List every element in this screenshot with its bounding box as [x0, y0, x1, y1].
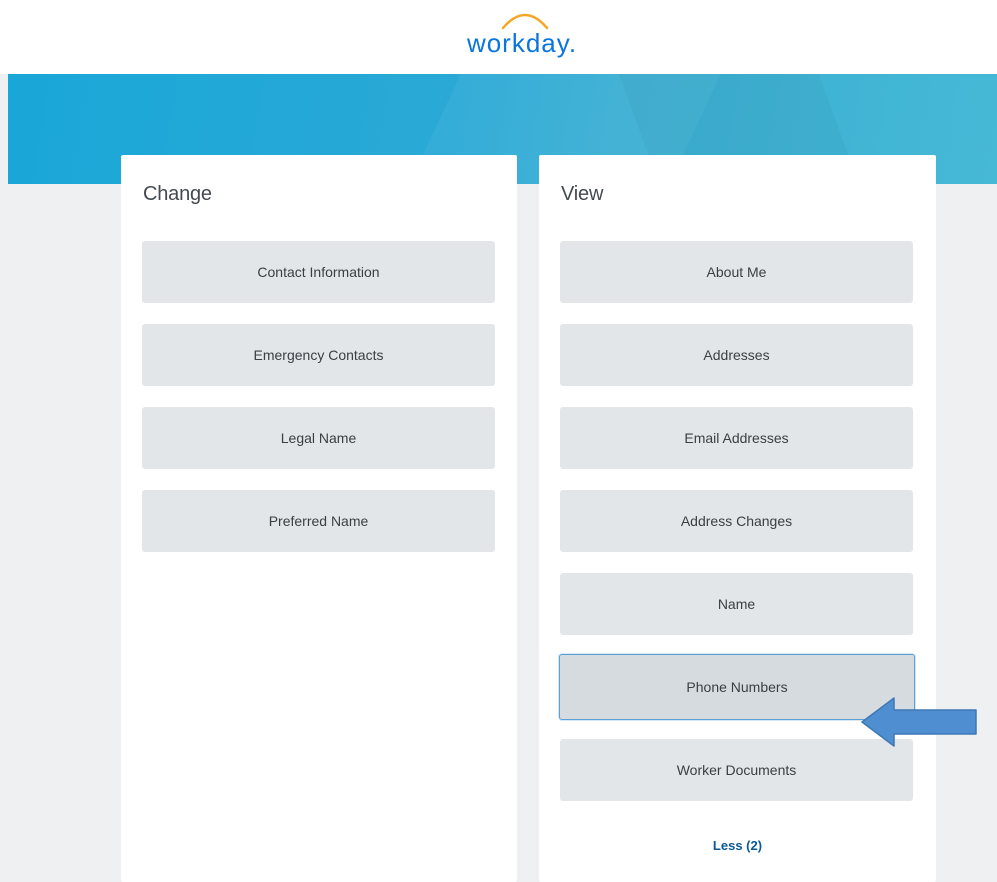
change-panel: Change Contact Information Emergency Con…	[121, 155, 517, 882]
left-arrow-icon	[861, 697, 977, 747]
logo-text: workday.	[466, 28, 578, 58]
email-addresses-button[interactable]: Email Addresses	[560, 407, 913, 469]
legal-name-button[interactable]: Legal Name	[142, 407, 495, 469]
logo-arc-icon	[501, 13, 549, 30]
less-link[interactable]: Less (2)	[539, 838, 936, 853]
emergency-contacts-button[interactable]: Emergency Contacts	[142, 324, 495, 386]
workday-logo[interactable]: workday.	[462, 8, 582, 68]
contact-information-button[interactable]: Contact Information	[142, 241, 495, 303]
worker-documents-button[interactable]: Worker Documents	[560, 739, 913, 801]
top-bar: workday.	[0, 0, 997, 74]
preferred-name-button[interactable]: Preferred Name	[142, 490, 495, 552]
address-changes-button[interactable]: Address Changes	[560, 490, 913, 552]
addresses-button[interactable]: Addresses	[560, 324, 913, 386]
change-panel-title: Change	[143, 183, 212, 205]
view-panel-title: View	[561, 183, 604, 205]
view-panel: View About Me Addresses Email Addresses …	[539, 155, 936, 882]
name-button[interactable]: Name	[560, 573, 913, 635]
about-me-button[interactable]: About Me	[560, 241, 913, 303]
